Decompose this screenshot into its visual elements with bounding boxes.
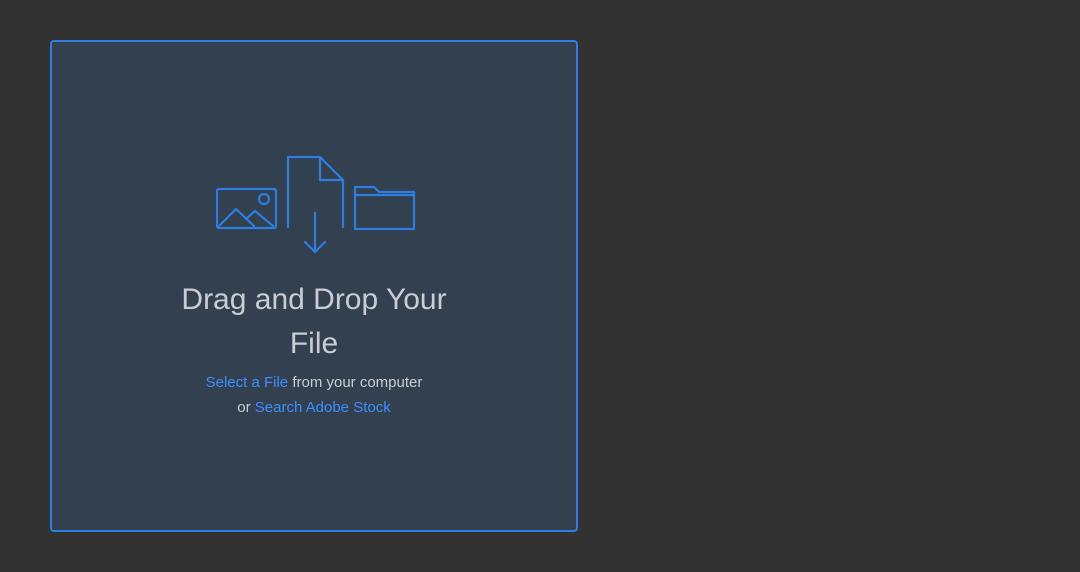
select-suffix: from your computer: [288, 374, 423, 391]
stock-line: or Search Adobe Stock: [52, 395, 576, 420]
upload-illustration: [215, 154, 418, 256]
file-download-icon: [286, 155, 345, 254]
drop-instructions: Select a File from your computer or Sear…: [52, 370, 576, 420]
select-line: Select a File from your computer: [52, 370, 576, 395]
drop-title-line2: File: [289, 327, 339, 360]
search-adobe-stock-link[interactable]: Search Adobe Stock: [255, 399, 391, 416]
drop-title-line1: Drag and Drop Your: [181, 283, 447, 316]
page: Drag and Drop Your File Select a File fr…: [0, 0, 1080, 572]
or-prefix: or: [237, 399, 255, 416]
file-drop-zone[interactable]: Drag and Drop Your File Select a File fr…: [50, 40, 578, 532]
folder-icon: [353, 185, 416, 231]
image-icon: [215, 187, 278, 230]
select-file-link[interactable]: Select a File: [206, 374, 289, 391]
drop-title: Drag and Drop Your File: [52, 278, 576, 366]
